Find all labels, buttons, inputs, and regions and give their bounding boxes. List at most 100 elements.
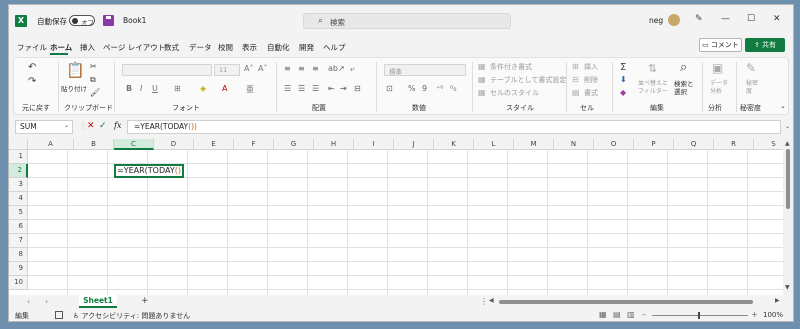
column-header[interactable]: G bbox=[274, 139, 314, 150]
sort-filter-button[interactable]: 並べ替えと フィルター bbox=[638, 80, 668, 96]
column-header[interactable]: A bbox=[28, 139, 74, 150]
scroll-down-icon[interactable]: ▼ bbox=[785, 284, 790, 291]
column-header[interactable]: D bbox=[154, 139, 194, 150]
row-header[interactable]: 1 bbox=[9, 150, 28, 164]
pen-icon[interactable]: ✎ bbox=[695, 14, 703, 24]
column-header[interactable]: C bbox=[114, 139, 154, 150]
paste-label[interactable]: 貼り付け bbox=[61, 83, 87, 93]
column-header[interactable]: L bbox=[474, 139, 514, 150]
decrease-indent-icon[interactable]: ⇤ bbox=[328, 84, 335, 93]
scroll-split-icon[interactable]: ⋮ bbox=[480, 297, 488, 306]
percent-icon[interactable]: % bbox=[408, 84, 416, 93]
zoom-out-icon[interactable]: – bbox=[642, 310, 646, 319]
align-bottom-icon[interactable]: ≡ bbox=[312, 64, 319, 73]
paste-icon[interactable]: 📋 bbox=[66, 61, 85, 79]
tab-page-layout[interactable]: ページ レイアウト bbox=[103, 42, 165, 53]
decrease-decimal-icon[interactable]: ⁰₀ bbox=[450, 84, 456, 93]
cancel-icon[interactable]: ✕ bbox=[87, 121, 95, 131]
italic-icon[interactable]: I bbox=[140, 84, 142, 93]
orientation-icon[interactable]: ab↗ bbox=[328, 64, 345, 73]
row-header[interactable]: 2 bbox=[9, 164, 28, 178]
increase-font-icon[interactable]: A˄ bbox=[244, 64, 253, 73]
row-header[interactable]: 7 bbox=[9, 234, 28, 248]
tab-view[interactable]: 表示 bbox=[242, 42, 257, 53]
border-icon[interactable]: ⊞ bbox=[174, 84, 181, 93]
font-size-box[interactable]: 11 bbox=[214, 64, 240, 76]
page-break-view-icon[interactable]: ▥ bbox=[627, 310, 635, 319]
comma-icon[interactable]: 9 bbox=[422, 84, 427, 93]
undo-icon[interactable]: ↶ bbox=[28, 62, 36, 73]
minimize-icon[interactable]: — bbox=[721, 14, 730, 24]
tab-file[interactable]: ファイル bbox=[17, 42, 47, 53]
tab-developer[interactable]: 開発 bbox=[299, 42, 314, 53]
vertical-scrollbar[interactable]: ▲ ▼ bbox=[783, 139, 793, 295]
phonetic-icon[interactable]: 亜 bbox=[246, 84, 254, 95]
expand-formula-icon[interactable]: ⌄ bbox=[785, 123, 790, 130]
formula-input[interactable]: =YEAR(TODAY()) bbox=[127, 120, 781, 134]
tab-help[interactable]: ヘルプ bbox=[323, 42, 346, 53]
avatar[interactable] bbox=[668, 14, 680, 26]
scroll-right-icon[interactable]: ▶ bbox=[775, 297, 780, 304]
conditional-format-button[interactable]: 条件付き書式 bbox=[490, 62, 532, 72]
column-header[interactable]: N bbox=[554, 139, 594, 150]
cut-icon[interactable]: ✂ bbox=[90, 62, 97, 71]
autosum-icon[interactable]: Σ bbox=[620, 62, 626, 73]
tab-home[interactable]: ホーム bbox=[50, 42, 72, 53]
number-format-box[interactable]: 標準 bbox=[384, 64, 466, 76]
column-header[interactable]: K bbox=[434, 139, 474, 150]
align-center-icon[interactable]: ☰ bbox=[298, 84, 305, 93]
autosave-toggle[interactable]: オフ bbox=[69, 15, 95, 27]
zoom-level[interactable]: 100% bbox=[763, 311, 783, 319]
align-right-icon[interactable]: ☰ bbox=[312, 84, 319, 93]
column-header[interactable]: I bbox=[354, 139, 394, 150]
delete-cells-button[interactable]: 削除 bbox=[584, 75, 598, 85]
horizontal-scroll-thumb[interactable] bbox=[499, 300, 753, 304]
cell-styles-button[interactable]: セルのスタイル bbox=[490, 88, 539, 98]
copy-icon[interactable]: ⧉ bbox=[90, 75, 96, 85]
column-header[interactable]: J bbox=[394, 139, 434, 150]
align-middle-icon[interactable]: ≡ bbox=[298, 64, 305, 73]
increase-decimal-icon[interactable]: ⁺⁰ bbox=[436, 84, 443, 93]
enter-icon[interactable]: ✓ bbox=[99, 121, 107, 131]
column-header[interactable]: R bbox=[714, 139, 754, 150]
column-header[interactable]: Q bbox=[674, 139, 714, 150]
tab-review[interactable]: 校閲 bbox=[218, 42, 233, 53]
horizontal-scrollbar[interactable]: ◀ ▶ bbox=[489, 297, 781, 306]
close-icon[interactable]: ✕ bbox=[773, 14, 781, 24]
page-layout-view-icon[interactable]: ▤ bbox=[613, 310, 621, 319]
username[interactable]: neg bbox=[649, 16, 663, 25]
column-header[interactable]: S bbox=[754, 139, 783, 150]
column-header[interactable]: F bbox=[234, 139, 274, 150]
wrap-text-icon[interactable]: ⤶ bbox=[350, 64, 354, 74]
search-box[interactable]: ⌕ 検索 bbox=[303, 13, 511, 29]
format-cells-button[interactable]: 書式 bbox=[584, 88, 598, 98]
tab-data[interactable]: データ bbox=[189, 42, 212, 53]
document-title[interactable]: Book1 bbox=[123, 16, 146, 25]
vertical-scroll-thumb[interactable] bbox=[786, 149, 790, 209]
accessibility-status[interactable]: ♿ アクセシビリティ: 問題ありません bbox=[73, 311, 190, 321]
comment-button[interactable]: ▭ コメント bbox=[699, 38, 742, 52]
align-left-icon[interactable]: ☰ bbox=[284, 84, 291, 93]
row-header[interactable]: 10 bbox=[9, 276, 28, 290]
next-sheet-icon[interactable]: › bbox=[45, 297, 48, 306]
scroll-up-icon[interactable]: ▲ bbox=[785, 140, 790, 147]
spreadsheet-grid[interactable]: ABCDEFGHIJKLMNOPQRS 1 2 3 4 5 6 7 8 9 10 =YEAR(TO… bbox=[9, 139, 783, 295]
align-top-icon[interactable]: ≡ bbox=[284, 64, 291, 73]
select-all-corner[interactable] bbox=[9, 139, 28, 150]
insert-cells-button[interactable]: 挿入 bbox=[584, 62, 598, 72]
normal-view-icon[interactable]: ▦ bbox=[599, 310, 607, 319]
sheet-tab-sheet1[interactable]: Sheet1 bbox=[79, 295, 117, 308]
zoom-slider-knob[interactable] bbox=[698, 312, 700, 319]
currency-icon[interactable]: ⊡ bbox=[386, 84, 393, 93]
row-header[interactable]: 6 bbox=[9, 220, 28, 234]
insert-function-icon[interactable]: fx bbox=[114, 121, 121, 130]
increase-indent-icon[interactable]: ⇥ bbox=[340, 84, 347, 93]
share-button[interactable]: ⇪ 共有 bbox=[745, 38, 785, 52]
column-header[interactable]: O bbox=[594, 139, 634, 150]
column-header[interactable]: B bbox=[74, 139, 114, 150]
column-header[interactable]: M bbox=[514, 139, 554, 150]
underline-icon[interactable]: U bbox=[152, 84, 158, 93]
row-header[interactable]: 5 bbox=[9, 206, 28, 220]
zoom-slider[interactable] bbox=[652, 315, 748, 316]
decrease-font-icon[interactable]: A˅ bbox=[258, 64, 267, 73]
